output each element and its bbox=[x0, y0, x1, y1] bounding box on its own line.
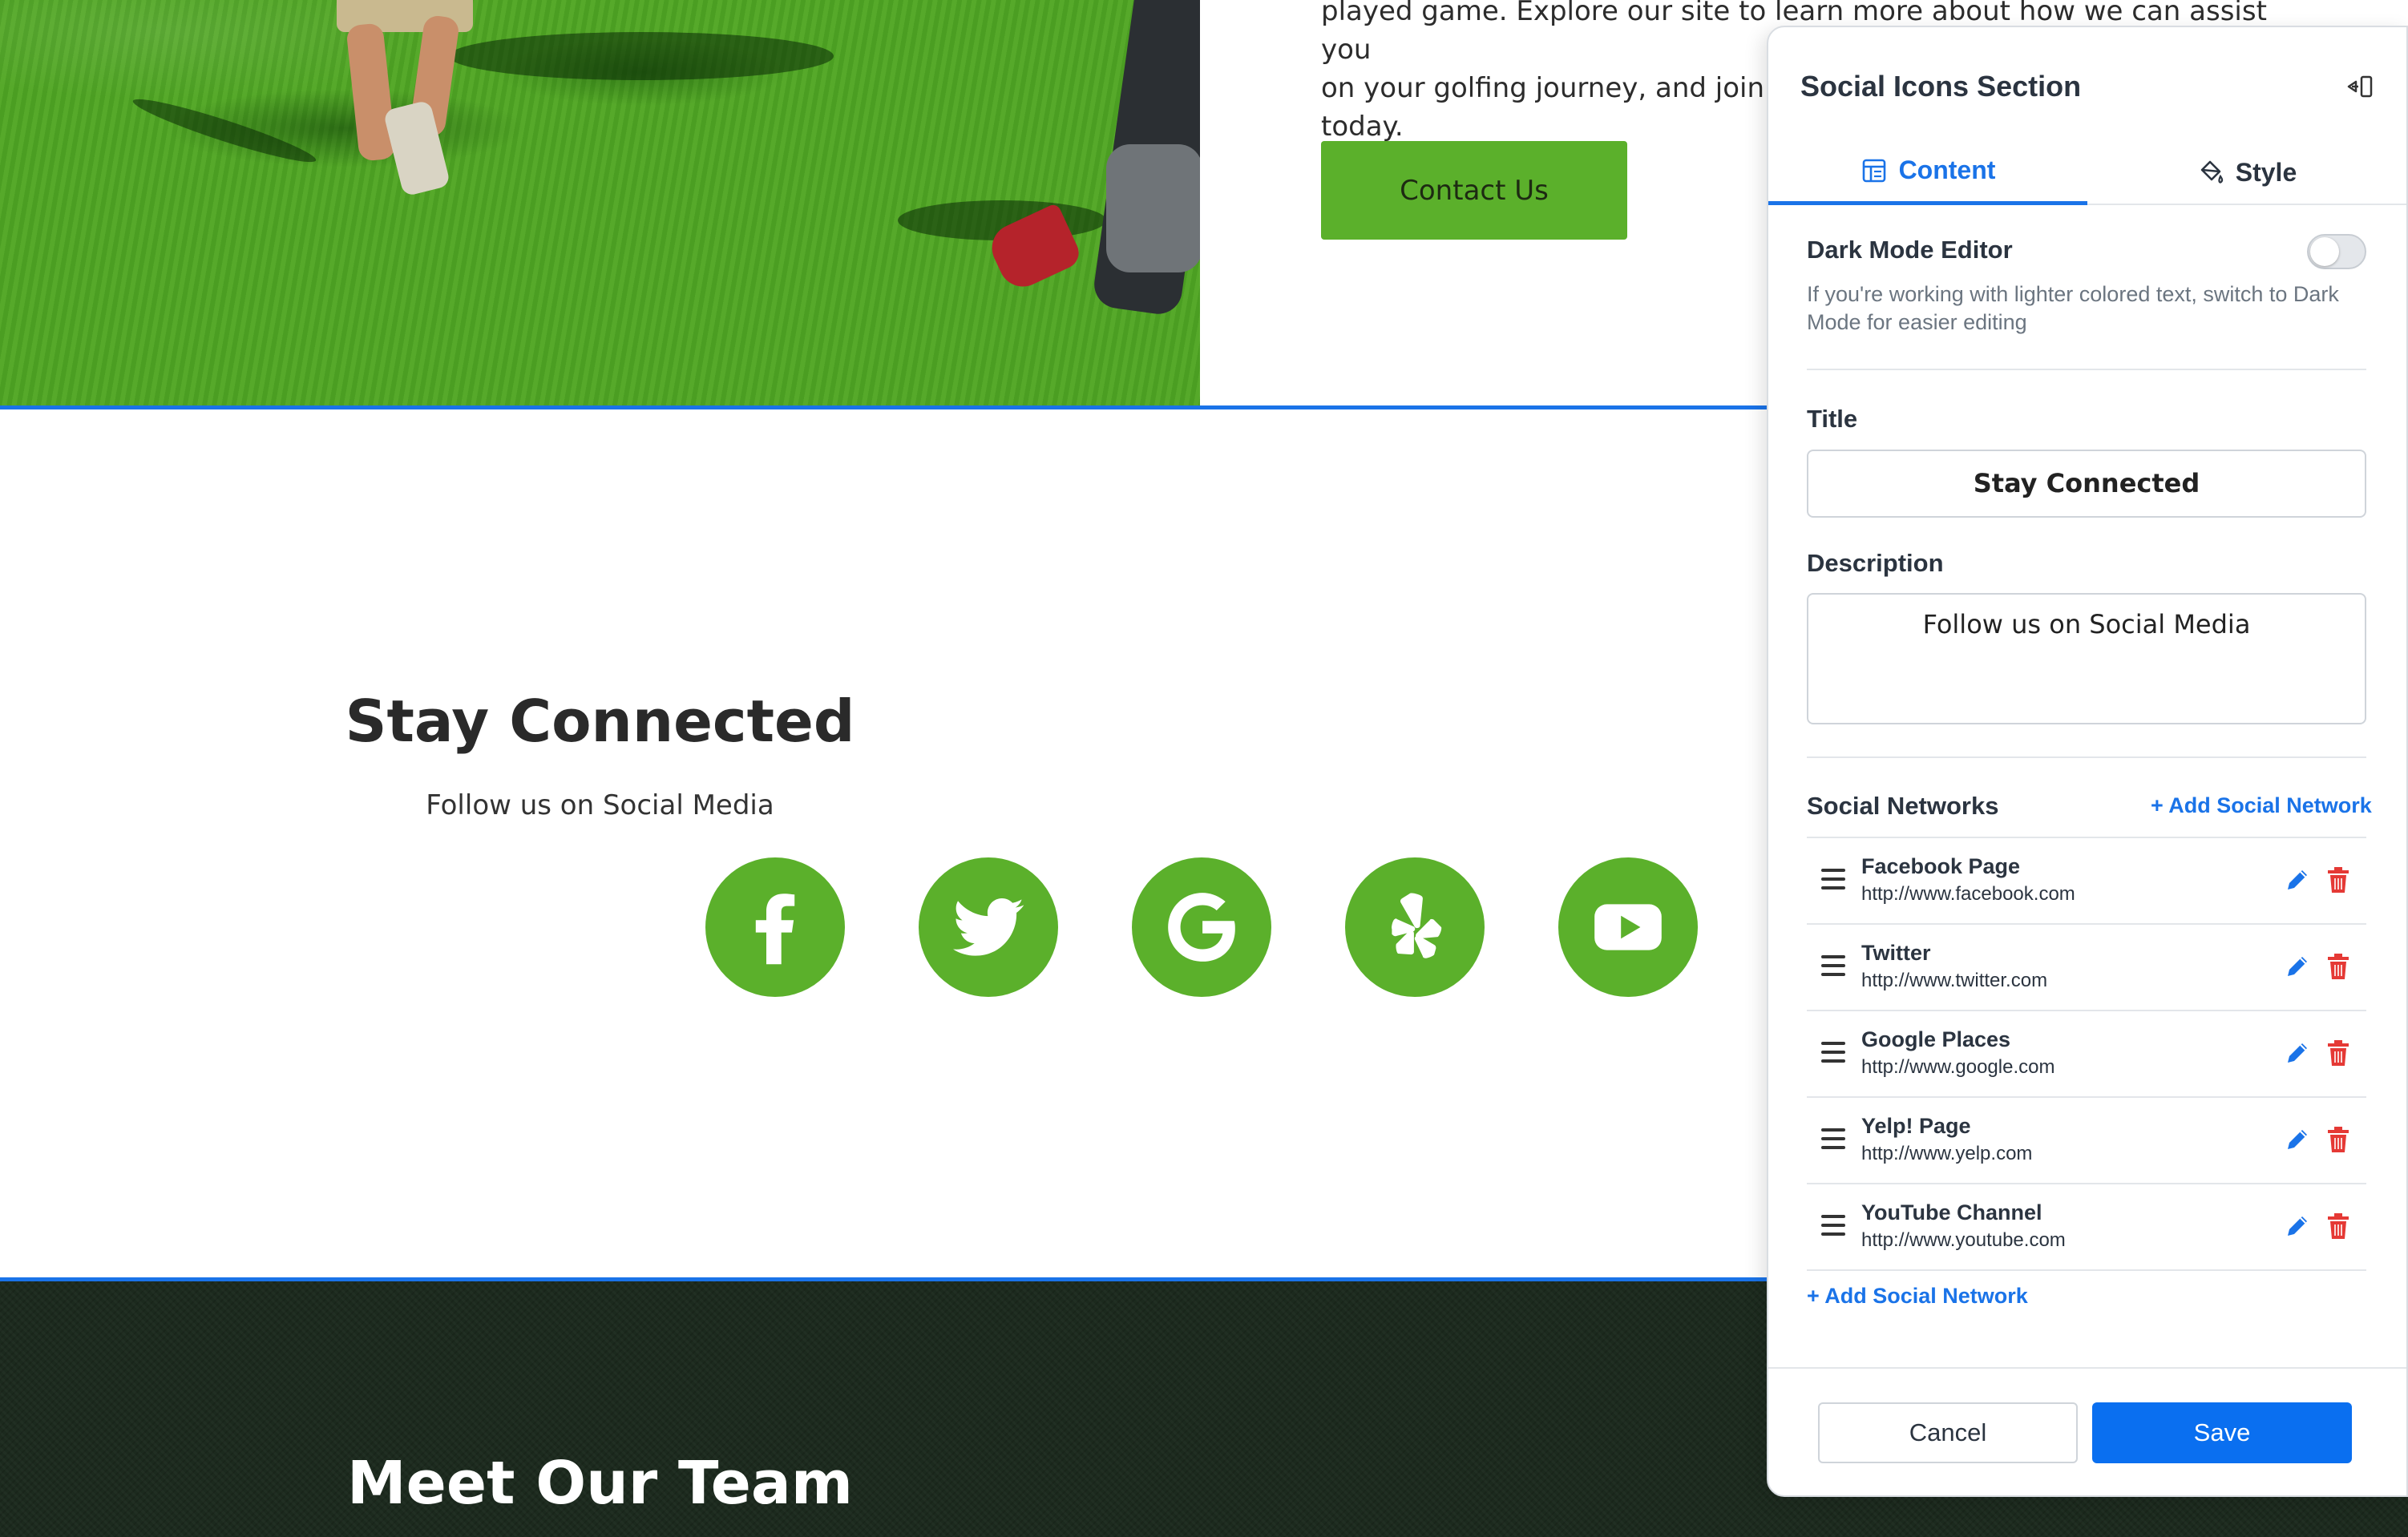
cancel-button[interactable]: Cancel bbox=[1818, 1402, 2078, 1463]
social-icons-row bbox=[705, 857, 1698, 997]
social-title-text: Stay Connected bbox=[345, 688, 855, 755]
list-item[interactable]: Google Places http://www.google.com bbox=[1807, 1011, 2366, 1098]
tab-content-label: Content bbox=[1898, 155, 1996, 184]
title-field-label: Title bbox=[1807, 405, 1858, 433]
drag-handle-icon[interactable] bbox=[1821, 1128, 1845, 1152]
youtube-icon[interactable] bbox=[1558, 857, 1698, 997]
network-name: Facebook Page bbox=[1861, 854, 2021, 878]
network-name: Google Places bbox=[1861, 1027, 2011, 1051]
network-url: http://www.twitter.com bbox=[1861, 970, 2048, 991]
google-icon[interactable] bbox=[1132, 857, 1271, 997]
panel-footer-divider bbox=[1768, 1367, 2406, 1369]
social-networks-label: Social Networks bbox=[1807, 792, 1999, 820]
drag-handle-icon[interactable] bbox=[1821, 869, 1845, 893]
collapse-panel-icon[interactable] bbox=[2345, 72, 2374, 101]
content-icon bbox=[1862, 159, 1885, 182]
drag-handle-icon[interactable] bbox=[1821, 1215, 1845, 1239]
add-social-network-link-bottom[interactable]: + Add Social Network bbox=[1807, 1284, 2028, 1309]
add-social-network-link-top[interactable]: + Add Social Network bbox=[2151, 793, 2372, 818]
tab-content[interactable]: Content bbox=[1768, 139, 2087, 205]
list-item[interactable]: YouTube Channel http://www.youtube.com bbox=[1807, 1184, 2366, 1271]
delete-trash-icon[interactable] bbox=[2325, 865, 2352, 894]
yelp-icon[interactable] bbox=[1345, 857, 1485, 997]
social-section-title: Stay Connected bbox=[0, 688, 1200, 755]
social-network-list: Facebook Page http://www.facebook.com Tw… bbox=[1807, 837, 2366, 1271]
edit-pencil-icon[interactable] bbox=[2283, 865, 2312, 894]
panel-header: Social Icons Section bbox=[1800, 63, 2374, 111]
network-name: YouTube Channel bbox=[1861, 1200, 2042, 1224]
drag-handle-icon[interactable] bbox=[1821, 1042, 1845, 1066]
dark-mode-label: Dark Mode Editor bbox=[1807, 236, 2013, 264]
facebook-icon[interactable] bbox=[705, 857, 845, 997]
edit-pencil-icon[interactable] bbox=[2283, 1125, 2312, 1154]
social-section-description: Follow us on Social Media bbox=[426, 789, 774, 821]
twitter-icon[interactable] bbox=[919, 857, 1058, 997]
hero-golf-image bbox=[0, 0, 1200, 405]
title-input[interactable]: Stay Connected bbox=[1807, 450, 2366, 518]
edit-pencil-icon[interactable] bbox=[2283, 1212, 2312, 1240]
network-url: http://www.facebook.com bbox=[1861, 883, 2075, 905]
network-url: http://www.youtube.com bbox=[1861, 1229, 2066, 1251]
contact-us-button[interactable]: Contact Us bbox=[1321, 141, 1627, 240]
list-item[interactable]: Yelp! Page http://www.yelp.com bbox=[1807, 1098, 2366, 1184]
divider bbox=[1807, 369, 2366, 370]
edit-pencil-icon[interactable] bbox=[2283, 952, 2312, 981]
network-url: http://www.google.com bbox=[1861, 1056, 2055, 1078]
panel-tabs: Content Style bbox=[1768, 139, 2406, 205]
divider bbox=[1807, 756, 2366, 758]
tab-style[interactable]: Style bbox=[2087, 139, 2406, 205]
list-item[interactable]: Facebook Page http://www.facebook.com bbox=[1807, 838, 2366, 925]
edit-pencil-icon[interactable] bbox=[2283, 1039, 2312, 1067]
toggle-knob bbox=[2310, 237, 2339, 266]
tab-style-label: Style bbox=[2235, 157, 2297, 187]
description-field-label: Description bbox=[1807, 549, 1944, 577]
delete-trash-icon[interactable] bbox=[2325, 1039, 2352, 1067]
drag-handle-icon[interactable] bbox=[1821, 955, 1845, 979]
team-section-title: Meet Our Team bbox=[347, 1449, 853, 1518]
paint-bucket-icon bbox=[2200, 160, 2223, 184]
delete-trash-icon[interactable] bbox=[2325, 1212, 2352, 1240]
delete-trash-icon[interactable] bbox=[2325, 952, 2352, 981]
dark-mode-help-text: If you're working with lighter colored t… bbox=[1807, 282, 2339, 334]
description-textarea[interactable]: Follow us on Social Media bbox=[1807, 593, 2366, 724]
delete-trash-icon[interactable] bbox=[2325, 1125, 2352, 1154]
panel-title: Social Icons Section bbox=[1800, 70, 2082, 103]
dark-mode-toggle[interactable] bbox=[2307, 234, 2366, 269]
network-name: Yelp! Page bbox=[1861, 1114, 1971, 1138]
section-selection-border-top bbox=[0, 405, 1772, 409]
network-name: Twitter bbox=[1861, 941, 1931, 965]
network-url: http://www.yelp.com bbox=[1861, 1143, 2033, 1164]
list-item[interactable]: Twitter http://www.twitter.com bbox=[1807, 925, 2366, 1011]
save-button[interactable]: Save bbox=[2092, 1402, 2352, 1463]
